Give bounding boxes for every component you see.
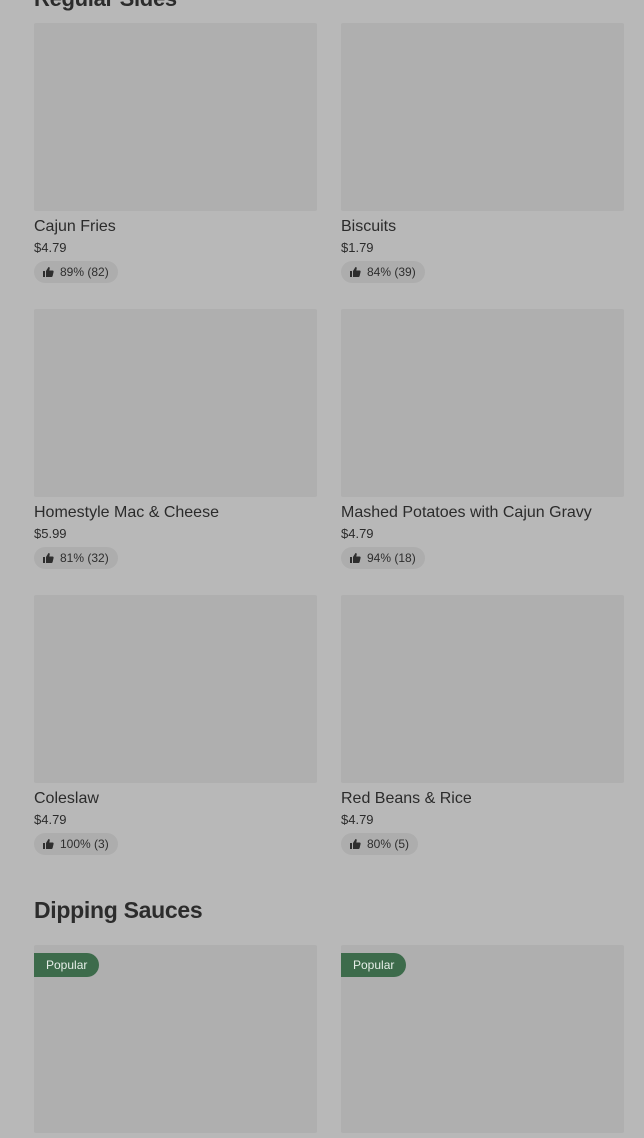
sauces-grid: Popular Popular <box>34 945 624 1133</box>
rating-pill: 89% (82) <box>34 261 118 284</box>
menu-item-card[interactable]: Biscuits $1.79 84% (39) <box>341 23 624 309</box>
thumbs-up-icon <box>42 266 54 278</box>
item-name: Coleslaw <box>34 790 99 807</box>
popular-badge: Popular <box>34 953 100 977</box>
rating-pill: 84% (39) <box>341 261 425 284</box>
item-name: Red Beans & Rice <box>341 790 472 807</box>
item-name: Homestyle Mac & Cheese <box>34 504 219 521</box>
rating-text: 89% (82) <box>60 265 109 280</box>
item-name: Mashed Potatoes with Cajun Gravy <box>341 504 592 521</box>
rating-text: 94% (18) <box>367 551 416 566</box>
item-image <box>341 309 624 497</box>
menu-item-card[interactable]: Popular <box>341 945 624 1133</box>
rating-pill: 80% (5) <box>341 833 419 856</box>
item-image <box>341 595 624 783</box>
menu-item-card[interactable]: Coleslaw $4.79 100% (3) <box>34 595 317 881</box>
item-price: $4.79 <box>341 812 374 828</box>
item-price: $4.79 <box>34 812 67 828</box>
thumbs-up-icon <box>349 552 361 564</box>
item-price: $1.79 <box>341 240 374 256</box>
rating-text: 80% (5) <box>367 837 410 852</box>
item-price: $5.99 <box>34 526 67 542</box>
menu-item-card[interactable]: Mashed Potatoes with Cajun Gravy $4.79 9… <box>341 309 624 595</box>
rating-text: 84% (39) <box>367 265 416 280</box>
rating-text: 100% (3) <box>60 837 109 852</box>
item-name: Biscuits <box>341 218 397 235</box>
item-image <box>341 23 624 211</box>
menu-item-card[interactable]: Popular <box>34 945 317 1133</box>
sides-grid: Cajun Fries $4.79 89% (82) Biscuits $1.7… <box>34 23 624 881</box>
menu-item-card[interactable]: Homestyle Mac & Cheese $5.99 81% (32) <box>34 309 317 595</box>
item-image <box>34 23 317 211</box>
rating-pill: 81% (32) <box>34 547 118 570</box>
section-title-regular-sides: Regular Sides <box>34 0 177 12</box>
item-name: Cajun Fries <box>34 218 116 235</box>
section-title-dipping-sauces: Dipping Sauces <box>34 897 203 923</box>
rating-pill: 94% (18) <box>341 547 425 570</box>
item-image <box>34 595 317 783</box>
thumbs-up-icon <box>349 838 361 850</box>
item-price: $4.79 <box>341 526 374 542</box>
thumbs-up-icon <box>349 266 361 278</box>
thumbs-up-icon <box>42 838 54 850</box>
popular-badge: Popular <box>341 953 407 977</box>
item-image <box>34 309 317 497</box>
menu-item-card[interactable]: Red Beans & Rice $4.79 80% (5) <box>341 595 624 881</box>
menu-item-card[interactable]: Cajun Fries $4.79 89% (82) <box>34 23 317 309</box>
rating-text: 81% (32) <box>60 551 109 566</box>
rating-pill: 100% (3) <box>34 833 118 856</box>
item-price: $4.79 <box>34 240 67 256</box>
thumbs-up-icon <box>42 552 54 564</box>
